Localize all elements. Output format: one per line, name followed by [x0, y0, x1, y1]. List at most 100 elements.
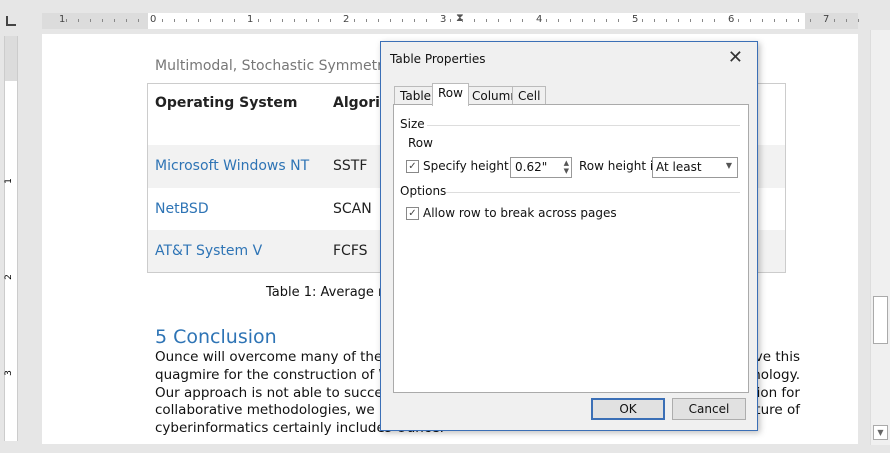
ruler-tick: [594, 19, 595, 22]
table-cell: Microsoft Windows NT: [155, 158, 310, 174]
table-cell: SSTF: [333, 158, 368, 174]
ruler-tick: [762, 19, 763, 22]
ruler-tick: [522, 19, 523, 22]
tab-row[interactable]: Row: [432, 83, 469, 106]
allow-break-label: Allow row to break across pages: [423, 206, 617, 220]
ruler-tick: [222, 19, 223, 22]
ruler-tick: [270, 19, 271, 22]
ruler-tick: [510, 19, 511, 22]
close-icon[interactable]: ✕: [728, 47, 743, 68]
specify-height-checkbox[interactable]: ✓: [406, 160, 419, 173]
ruler-number: 2: [3, 274, 14, 280]
table-cell: AT&T System V: [155, 243, 263, 259]
ruler-tick: [582, 19, 583, 22]
scrollbar-thumb[interactable]: [873, 296, 888, 344]
ruler-tick: [654, 19, 655, 22]
section-heading: 5 Conclusion: [155, 326, 277, 348]
ruler-tick: [354, 19, 355, 22]
dialog-title: Table Properties: [390, 52, 486, 66]
tab-table[interactable]: Table: [394, 86, 438, 105]
ok-button[interactable]: OK: [591, 398, 665, 420]
row-label: Row: [408, 136, 433, 150]
table-cell: NetBSD: [155, 201, 209, 217]
ruler-tick: [414, 19, 415, 22]
ruler-tick: [78, 19, 79, 22]
table-cell: FCFS: [333, 243, 368, 259]
ruler-tick: [114, 19, 115, 22]
chevron-down-icon: ▼: [725, 161, 732, 170]
height-input[interactable]: 0.62" ▲ ▼: [510, 157, 572, 178]
horizontal-ruler[interactable]: 1 0 1 2 3 4 5 6 7 ⧗: [42, 11, 859, 29]
column-header: Algorit: [333, 95, 387, 111]
ruler-tick: [642, 19, 643, 22]
tab-cell[interactable]: Cell: [512, 86, 547, 105]
ruler-tick: [810, 19, 811, 22]
paragraph-line: collaborative methodologies, we intro: [155, 402, 411, 418]
ruler-tick: [282, 19, 283, 22]
row-height-select[interactable]: At least ▼: [652, 157, 738, 178]
table-cell: SCAN: [333, 201, 372, 217]
ruler-tick: [426, 19, 427, 22]
allow-break-checkbox[interactable]: ✓: [406, 207, 419, 220]
ruler-number: 3: [3, 370, 14, 376]
ruler-tick: [174, 19, 175, 22]
ruler-tick: [378, 19, 379, 22]
ruler-number: 1: [3, 178, 14, 184]
paragraph-line: ve this: [754, 349, 800, 365]
ruler-tick: [774, 19, 775, 22]
ruler-number: 7: [823, 14, 830, 25]
vertical-ruler[interactable]: 1 2 3: [4, 36, 18, 441]
table-caption: Table 1: Average res: [266, 285, 398, 300]
ruler-tick: [90, 19, 91, 22]
ruler-tick: [138, 19, 139, 22]
ruler-number: 4: [536, 14, 543, 25]
indent-marker-icon[interactable]: ⧗: [456, 11, 464, 25]
ruler-tick: [318, 19, 319, 22]
ruler-tick: [402, 19, 403, 22]
ruler-number: 3: [440, 14, 447, 25]
ruler-tick: [102, 19, 103, 22]
ruler-number: 1: [247, 14, 254, 25]
ruler-tick: [546, 19, 547, 22]
ruler-tick: [450, 19, 451, 22]
ruler-tick: [702, 19, 703, 22]
ruler-number: 1: [59, 14, 66, 25]
ruler-tick: [498, 19, 499, 22]
size-group-label: Size: [400, 117, 425, 131]
running-header: Multimodal, Stochastic Symmetries f: [155, 58, 413, 74]
ruler-tick: [558, 19, 559, 22]
spinner-icon[interactable]: ▲ ▼: [564, 159, 569, 175]
ruler-number: 2: [343, 14, 350, 25]
ruler-tick: [846, 19, 847, 22]
ruler-tick: [462, 19, 463, 22]
ruler-tick: [66, 19, 67, 22]
ruler-tick: [210, 19, 211, 22]
ruler-tick: [366, 19, 367, 22]
ruler-tick: [474, 19, 475, 22]
paragraph-line: nology.: [752, 367, 800, 383]
ruler-tick: [690, 19, 691, 22]
ruler-tick: [714, 19, 715, 22]
paragraph-line: Ounce will overcome many of the g: [155, 349, 396, 365]
ruler-tick: [786, 19, 787, 22]
scroll-down-arrow-icon[interactable]: ▼: [873, 425, 888, 440]
ruler-tick: [234, 19, 235, 22]
ruler-tick: [678, 19, 679, 22]
ruler-number: 6: [728, 14, 735, 25]
ruler-tick: [738, 19, 739, 22]
ruler-tick: [666, 19, 667, 22]
ruler-number: 5: [632, 14, 639, 25]
tab-selector-icon[interactable]: [6, 16, 16, 26]
column-header: Operating System: [155, 95, 298, 111]
ruler-tick: [606, 19, 607, 22]
table-properties-dialog: Table Properties ✕ Table Row Column Cell…: [380, 41, 758, 431]
specify-height-label: Specify height:: [423, 159, 513, 173]
cancel-button[interactable]: Cancel: [672, 398, 746, 420]
ruler-tick: [618, 19, 619, 22]
paragraph-line: Our approach is not able to successf: [155, 385, 402, 401]
ruler-tick: [390, 19, 391, 22]
vertical-scrollbar[interactable]: [870, 30, 890, 445]
options-group-label: Options: [400, 184, 447, 198]
ruler-tick: [258, 19, 259, 22]
ruler-number: 0: [150, 14, 157, 25]
